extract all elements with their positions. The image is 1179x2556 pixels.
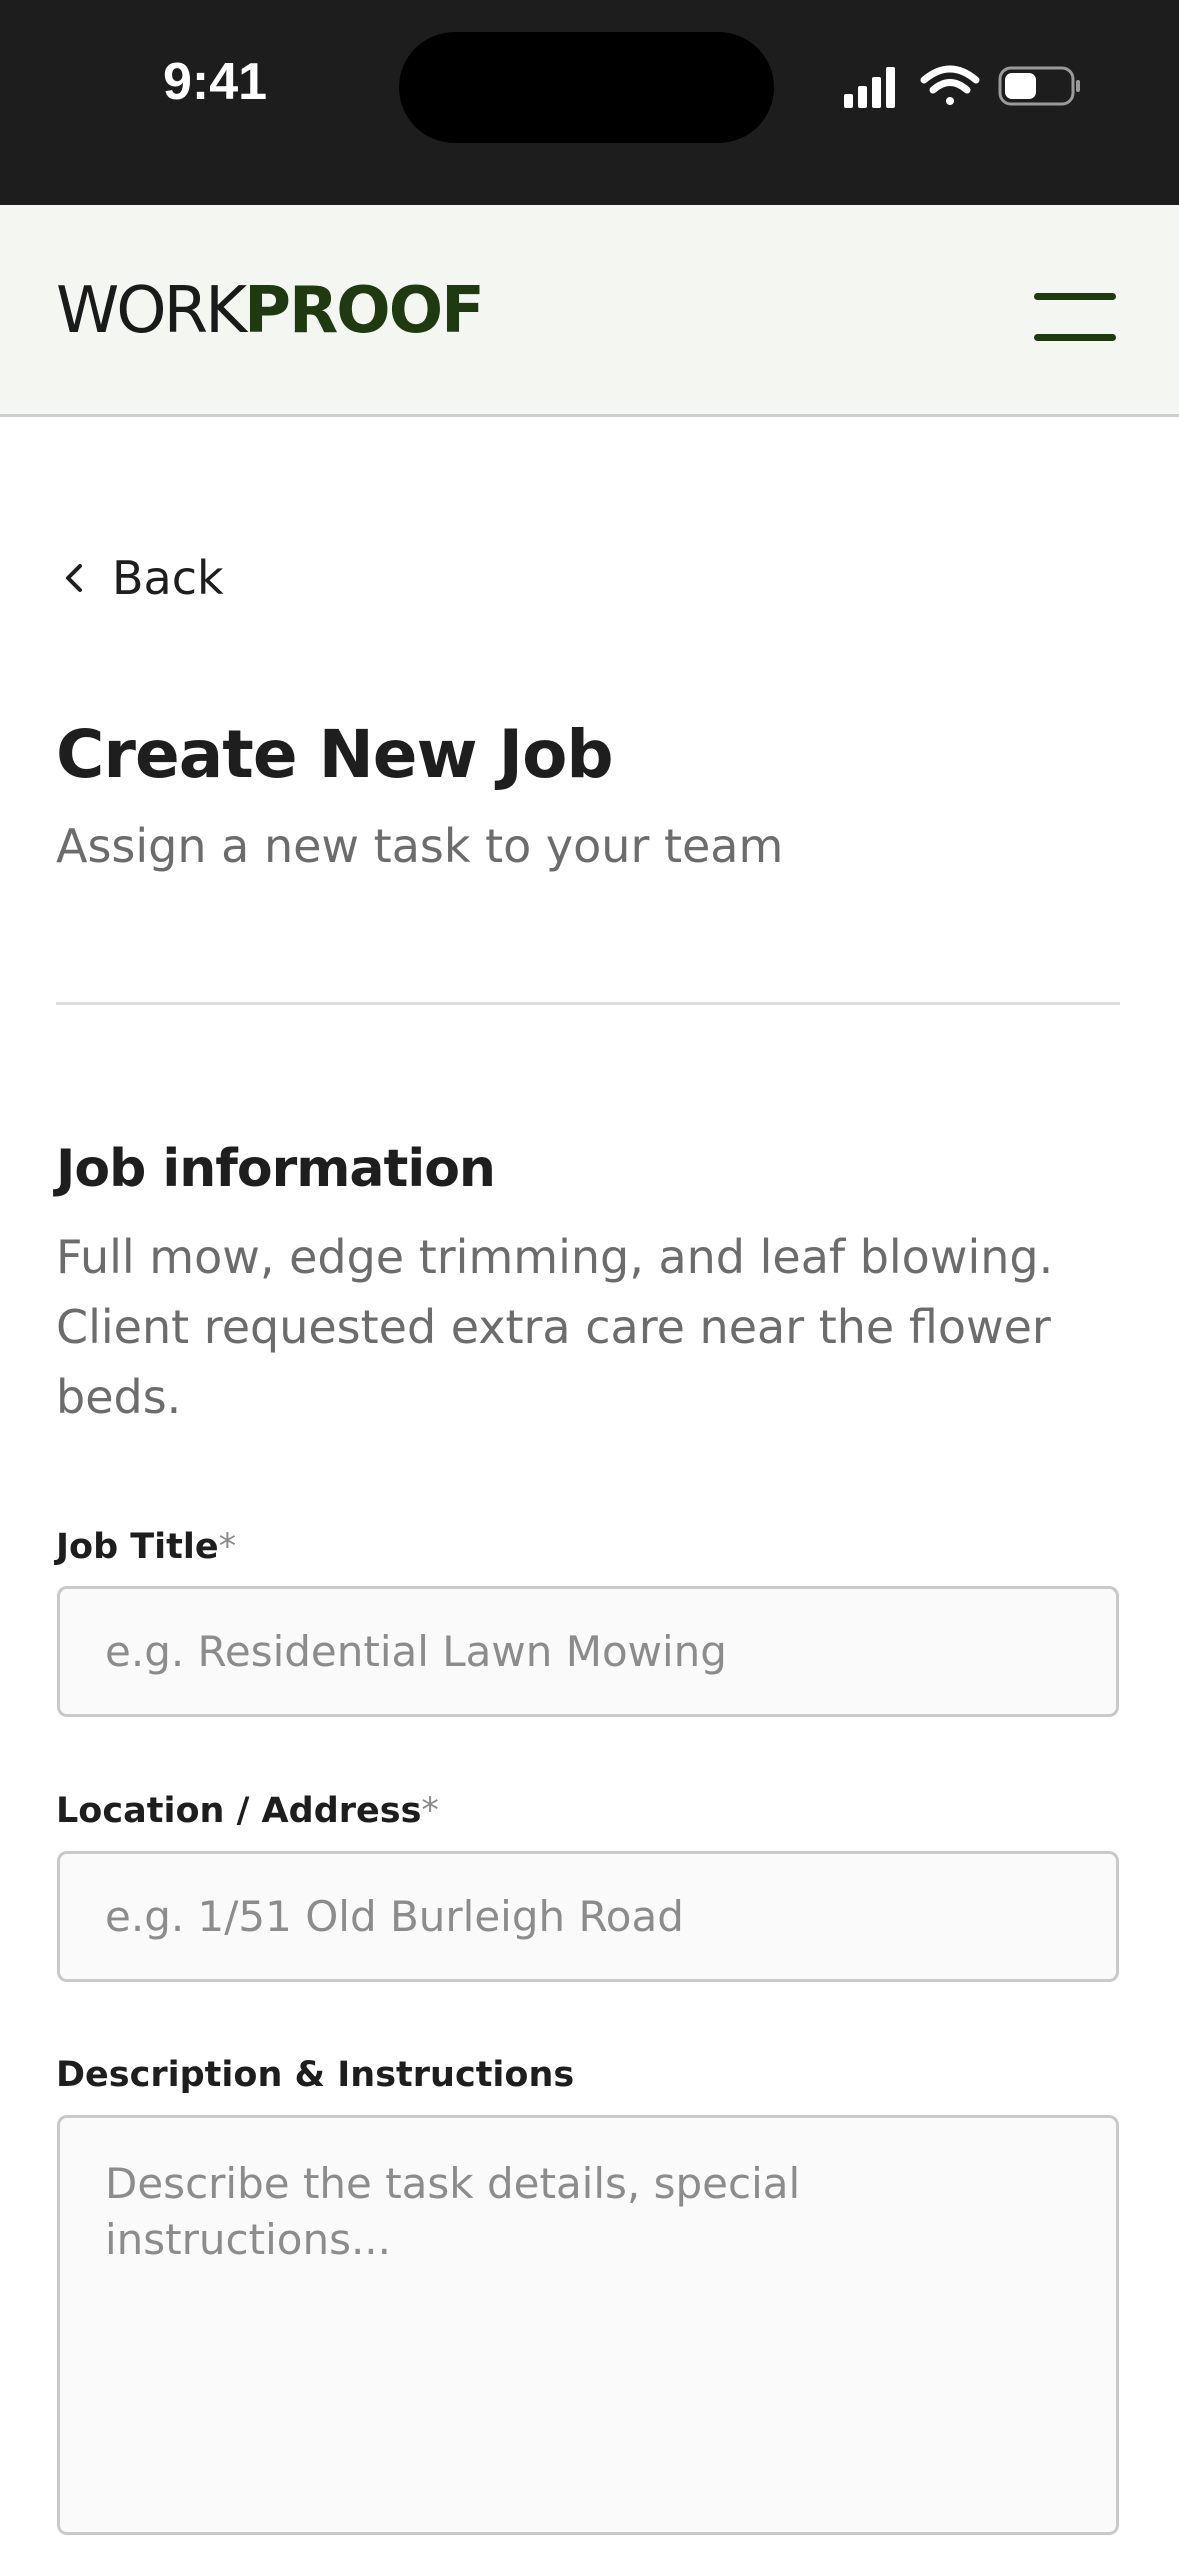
section-title: Job information: [56, 1139, 496, 1199]
back-button[interactable]: Back: [56, 548, 224, 608]
required-mark: *: [421, 1791, 439, 1831]
location-input[interactable]: [57, 1851, 1119, 1982]
page-subtitle: Assign a new task to your team: [56, 819, 784, 873]
description-label: Description & Instructions: [56, 2055, 574, 2095]
divider: [56, 1002, 1120, 1005]
status-time: 9:41: [163, 53, 268, 111]
location-label-text: Location / Address: [56, 1791, 422, 1831]
description-textarea[interactable]: [57, 2115, 1119, 2535]
cellular-signal-icon: [844, 67, 895, 108]
location-label: Location / Address*: [56, 1791, 439, 1831]
status-bar: 9:41: [0, 0, 1179, 205]
section-description: Full mow, edge trimming, and leaf blowin…: [56, 1230, 1054, 1424]
logo-text-light: WORK: [56, 274, 247, 348]
battery-icon: [998, 66, 1080, 106]
logo-text-bold: PROOF: [244, 274, 485, 348]
dynamic-island: [399, 32, 774, 143]
required-mark: *: [218, 1527, 237, 1567]
chevron-left-icon: [66, 564, 82, 592]
job-title-label: Job Title*: [56, 1527, 236, 1567]
job-title-input[interactable]: [57, 1586, 1119, 1717]
description-label-text: Description & Instructions: [56, 2055, 575, 2095]
workproof-logo[interactable]: WORKPROOF: [56, 271, 485, 351]
status-icons: [843, 60, 1083, 112]
hamburger-menu-icon[interactable]: [1030, 283, 1120, 343]
wifi-icon: [920, 65, 980, 105]
back-label: Back: [112, 551, 224, 605]
job-title-label-text: Job Title: [56, 1527, 219, 1567]
page-title: Create New Job: [56, 716, 614, 793]
app-header: WORKPROOF: [0, 205, 1179, 417]
